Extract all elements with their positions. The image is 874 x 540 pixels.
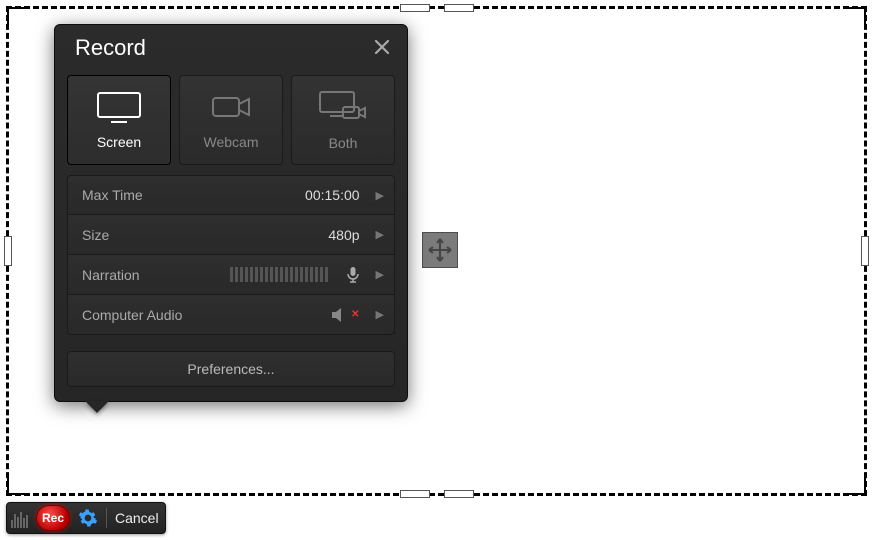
settings-button[interactable] — [78, 508, 98, 528]
source-screen[interactable]: Screen — [67, 75, 171, 165]
resize-edge-right[interactable] — [861, 236, 869, 266]
record-button-label: Rec — [42, 511, 64, 525]
resize-corner-br[interactable] — [844, 473, 866, 495]
microphone-icon — [346, 266, 360, 284]
option-computer-audio[interactable]: Computer Audio ✕ ▶ — [67, 295, 395, 335]
chevron-right-icon: ▶ — [376, 189, 384, 202]
screen-icon — [95, 90, 143, 124]
audio-meter — [11, 508, 28, 528]
size-label: Size — [82, 227, 318, 243]
resize-edge-top[interactable] — [400, 4, 474, 12]
move-icon — [427, 237, 453, 263]
option-size[interactable]: Size 480p ▶ — [67, 215, 395, 255]
move-handle[interactable] — [422, 232, 458, 268]
source-screen-label: Screen — [97, 134, 141, 150]
gear-icon — [78, 508, 98, 528]
resize-corner-tr[interactable] — [844, 7, 866, 29]
resize-edge-left[interactable] — [4, 236, 12, 266]
chevron-right-icon: ▶ — [376, 228, 384, 241]
toolbar-separator — [106, 508, 107, 528]
chevron-right-icon: ▶ — [376, 308, 384, 321]
close-button[interactable] — [373, 38, 391, 59]
max-time-label: Max Time — [82, 187, 295, 203]
speaker-muted-icon: ✕ — [331, 307, 359, 323]
computer-audio-label: Computer Audio — [82, 307, 321, 323]
source-both-label: Both — [329, 135, 358, 151]
record-panel: Record Screen Webcam — [54, 24, 408, 402]
narration-label: Narration — [82, 267, 220, 283]
option-max-time[interactable]: Max Time 00:15:00 ▶ — [67, 175, 395, 215]
source-webcam[interactable]: Webcam — [179, 75, 283, 165]
webcam-icon — [207, 90, 255, 124]
resize-edge-bottom[interactable] — [400, 490, 474, 498]
narration-level-meter — [230, 267, 328, 282]
source-webcam-label: Webcam — [204, 134, 259, 150]
both-icon — [317, 89, 369, 125]
size-value: 480p — [328, 227, 359, 243]
close-icon — [373, 38, 391, 56]
cancel-label: Cancel — [115, 510, 159, 526]
resize-corner-bl[interactable] — [7, 473, 29, 495]
option-narration[interactable]: Narration ▶ — [67, 255, 395, 295]
preferences-label: Preferences... — [187, 361, 274, 377]
options-list: Max Time 00:15:00 ▶ Size 480p ▶ Narratio… — [55, 175, 407, 345]
source-both[interactable]: Both — [291, 75, 395, 165]
chevron-right-icon: ▶ — [376, 268, 384, 281]
record-toolbar: Rec Cancel — [6, 502, 166, 534]
panel-title: Record — [75, 35, 146, 61]
cancel-button[interactable]: Cancel — [115, 510, 159, 526]
record-button[interactable]: Rec — [36, 505, 70, 531]
resize-corner-tl[interactable] — [7, 7, 29, 29]
max-time-value: 00:15:00 — [305, 187, 360, 203]
source-row: Screen Webcam Both — [55, 69, 407, 175]
preferences-button[interactable]: Preferences... — [67, 351, 395, 387]
